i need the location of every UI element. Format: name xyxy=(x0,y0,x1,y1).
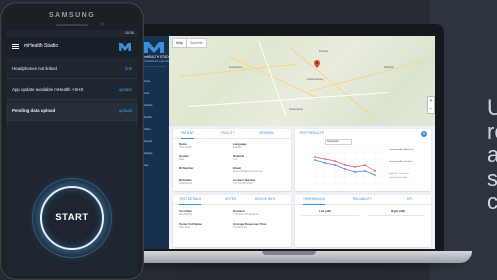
legend-item: Left Ear Threshold xyxy=(389,177,407,179)
field-value: 1990/06/20 xyxy=(179,182,192,185)
mhealth-logo-icon xyxy=(119,43,131,51)
row-label: Pending data upload xyxy=(12,108,56,113)
app-title: mHealth Studio xyxy=(24,43,59,49)
map-panel[interactable]: Map Satellite Pretoria Johannesburg Vere… xyxy=(169,36,435,126)
thresholds-tabs: THRESHOLDS RELIABILITY SPL xyxy=(295,195,431,205)
field-value: 2017/01/20 xyxy=(179,213,192,216)
phone-brand: SAMSUNG xyxy=(48,12,96,19)
sidebar-brand: mHEALTH STUDIO xyxy=(144,55,172,59)
field-value: Left xyxy=(233,158,238,161)
tab-thresholds[interactable]: THRESHOLDS xyxy=(303,195,325,205)
sidebar-item[interactable]: Tests xyxy=(143,92,165,96)
legend-item: Unmasked Air (Left Ear) xyxy=(389,161,413,163)
list-item[interactable]: Headphones not linked link xyxy=(6,61,138,79)
caption-line: U xyxy=(487,96,497,120)
map-town: Vereeniging xyxy=(289,108,303,111)
mhealth-logo-icon xyxy=(144,42,164,53)
sidebar-subtitle: mhealthtech.org/mobile xyxy=(144,60,171,63)
field-value: 0.8 Seconds xyxy=(233,226,248,229)
field-value: 7 Minutes 30 Seconds xyxy=(233,213,259,216)
app-bar: mHealth Studio xyxy=(6,37,138,57)
map-town: Witbank xyxy=(384,66,394,69)
tab-test-details[interactable]: TEST DETAILS xyxy=(179,195,202,205)
right-ear-label: Right (dB) xyxy=(391,209,405,213)
field-label: ID Number xyxy=(179,166,194,170)
thresholds-card: THRESHOLDS RELIABILITY SPL Left (dB) Rig… xyxy=(295,195,431,247)
caption-line: a xyxy=(487,142,497,167)
test-results-card: TEST RESULTS + Audiogram Unmasked Air (R… xyxy=(295,129,431,191)
sidebar-divider xyxy=(142,66,166,67)
map-tab-satellite[interactable]: Satellite xyxy=(186,38,207,48)
update-button[interactable]: update xyxy=(119,87,132,92)
sidebar-item[interactable]: Reports xyxy=(143,140,165,144)
map-pin-icon[interactable] xyxy=(314,60,320,68)
legend-item: Unmasked Air (Right Ear) xyxy=(389,149,414,151)
tab-device-info[interactable]: DEVICE INFO xyxy=(255,195,275,204)
row-label: App update available mHealth +SHS xyxy=(12,87,84,92)
map-tab-map[interactable]: Map xyxy=(172,38,187,48)
phone-camera-icon xyxy=(100,22,104,26)
legend-item: Right Ear Threshold xyxy=(389,173,409,175)
status-time: 10:30 xyxy=(125,31,134,35)
phone-screen: 10:30 mHealth Studio Headphones not link… xyxy=(6,30,138,276)
sidebar-item[interactable]: Patients xyxy=(143,104,165,108)
tab-general[interactable]: GENERAL xyxy=(259,129,274,138)
add-icon[interactable]: + xyxy=(421,131,427,137)
field-value: John Doe xyxy=(179,226,191,229)
zoom-out-icon[interactable]: − xyxy=(428,105,434,113)
test-details-tabs: TEST DETAILS NOTES DEVICE INFO xyxy=(173,195,291,205)
laptop-notch xyxy=(262,251,316,255)
list-item[interactable]: App update available mHealth +SHS update xyxy=(6,82,138,100)
field-value: Jane Smith xyxy=(179,146,192,149)
menu-icon[interactable] xyxy=(12,44,19,49)
field-value: Male xyxy=(179,158,185,161)
zoom-in-icon[interactable]: + xyxy=(428,97,434,105)
row-label: Headphones not linked xyxy=(12,66,57,71)
field-value: English xyxy=(233,146,242,149)
map-road xyxy=(288,46,374,118)
sidebar-item[interactable]: Help xyxy=(143,164,165,168)
test-details-card: TEST DETAILS NOTES DEVICE INFO Test Date… xyxy=(173,195,291,247)
tab-patient[interactable]: PATIENT xyxy=(181,129,194,139)
chart-legend: Unmasked Air (Right Ear) Unmasked Air (L… xyxy=(389,149,429,179)
left-ear-label: Left (dB) xyxy=(319,209,331,213)
link-button[interactable]: link xyxy=(125,66,132,71)
tab-facility[interactable]: FACILITY xyxy=(221,129,235,138)
sidebar-item[interactable]: Home xyxy=(143,80,165,84)
field-value: +27 81 000 0000 xyxy=(233,182,253,185)
audiogram-chart xyxy=(309,146,383,185)
field-value: jane.smith@example.com xyxy=(233,170,263,173)
sidebar-item[interactable]: Settings xyxy=(143,152,165,156)
status-bar: 10:30 xyxy=(6,30,138,37)
divider xyxy=(367,215,425,216)
divider xyxy=(301,215,359,216)
patient-card: PATIENT FACILITY GENERAL Name Jane Smith… xyxy=(173,129,291,191)
map-road xyxy=(258,41,287,117)
test-results-title: TEST RESULTS xyxy=(299,131,324,135)
tab-notes[interactable]: NOTES xyxy=(225,195,236,204)
patient-tabs: PATIENT FACILITY GENERAL xyxy=(173,129,291,139)
sidebar-item[interactable]: Clinics xyxy=(143,128,165,132)
map-road xyxy=(308,59,426,92)
upload-button[interactable]: upload xyxy=(119,108,132,113)
map-zoom-control[interactable]: + − xyxy=(427,96,435,114)
map-town: Rustenburg xyxy=(229,66,243,69)
caption-line: s xyxy=(487,165,497,191)
start-button[interactable]: START xyxy=(40,186,104,250)
sidebar-item[interactable]: Results xyxy=(143,116,165,120)
tab-spl[interactable]: SPL xyxy=(407,195,413,204)
caption-line: c xyxy=(487,189,497,214)
map-town: Johannesburg xyxy=(307,78,324,81)
list-item[interactable]: Pending data upload upload xyxy=(6,103,138,121)
laptop-screen: mHEALTH STUDIO mhealthtech.org/mobile Ho… xyxy=(139,36,435,249)
tab-reliability[interactable]: RELIABILITY xyxy=(353,195,372,204)
map-town: Pretoria xyxy=(319,50,329,53)
caption-line: re xyxy=(487,118,497,144)
phone-speaker xyxy=(56,24,88,26)
background-caption: U re a s c xyxy=(487,96,497,216)
phone: SAMSUNG 10:30 mHealth Studio Headphones … xyxy=(0,2,144,280)
